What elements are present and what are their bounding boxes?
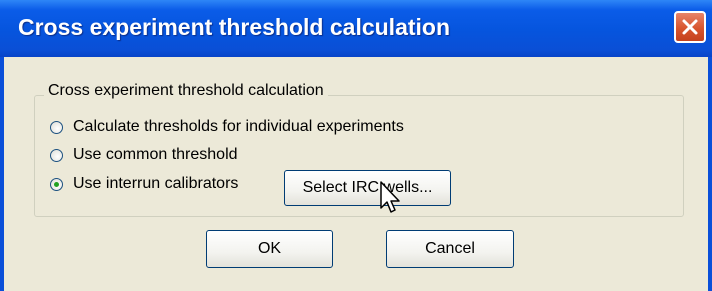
radio-button-common[interactable] [50,148,63,162]
close-button[interactable] [674,11,706,43]
radio-label-common: Use common threshold [73,146,238,163]
dialog-title: Cross experiment threshold calculation [18,14,451,40]
cancel-button[interactable]: Cancel [386,230,514,268]
radio-label-interrun: Use interrun calibrators [73,175,239,192]
radio-button-interrun[interactable] [50,177,63,191]
group-box-legend: Cross experiment threshold calculation [44,82,328,100]
ok-button[interactable]: OK [206,230,333,268]
title-bar[interactable]: Cross experiment threshold calculation [0,0,712,57]
radio-button-individual[interactable] [50,120,63,134]
close-icon [682,19,698,35]
radio-common-threshold[interactable]: Use common threshold [50,145,238,165]
mouse-pointer-icon [380,181,400,213]
radio-label-individual: Calculate thresholds for individual expe… [73,118,404,135]
radio-interrun-calibrators[interactable]: Use interrun calibrators [50,174,238,194]
radio-individual-experiments[interactable]: Calculate thresholds for individual expe… [50,117,404,137]
select-irc-wells-button[interactable]: Select IRC wells... [284,170,451,206]
